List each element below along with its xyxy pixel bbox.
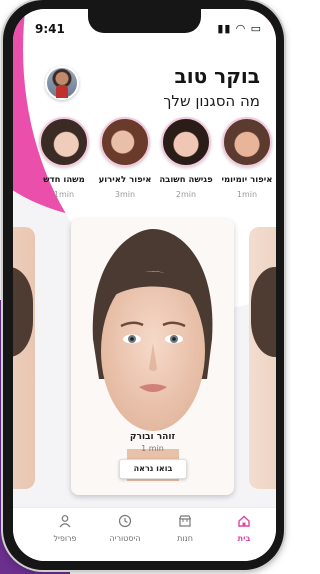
user-icon (35, 514, 95, 530)
look-title: זוהר ובורק (129, 432, 176, 442)
style-question: מה הסגנון שלך הבוקר? (105, 92, 260, 110)
signal-icon: ▮▮ (217, 22, 232, 35)
look-duration: 1 min (141, 444, 164, 453)
tab-home[interactable]: בית (214, 514, 274, 543)
tab-profile[interactable]: פרופיל (35, 514, 95, 543)
wifi-icon: ◠ (236, 22, 246, 35)
device-notch (88, 9, 201, 33)
tab-label: פרופיל (53, 534, 77, 543)
category-image (222, 117, 272, 167)
category-item-daily[interactable]: איפור יומיומי 1min (218, 117, 276, 199)
question-prefix: מה הסגנון שלך (163, 92, 260, 110)
featured-look-card[interactable]: זוהר ובורק 1 min בואו נראה (71, 219, 234, 495)
category-time: 1min (236, 190, 258, 199)
category-image (100, 117, 150, 167)
greeting-title: בוקר טוב (174, 64, 260, 88)
model-face-image (71, 219, 234, 495)
profile-avatar[interactable] (45, 66, 79, 100)
category-label: איפור לאירוע (98, 175, 152, 185)
phone-frame: 9:41 ▮▮ ◠ ▭ בוקר טוב מה הסגנון שלך הבוקר… (3, 0, 284, 570)
category-label: משהו חדש (43, 175, 85, 185)
battery-icon: ▭ (250, 22, 262, 35)
category-item-meeting[interactable]: פגישה חשובה 2min (157, 117, 215, 199)
category-item-event[interactable]: איפור לאירוע 3min (96, 117, 154, 199)
app-screen: 9:41 ▮▮ ◠ ▭ בוקר טוב מה הסגנון שלך הבוקר… (13, 9, 276, 561)
tab-label: היסטוריה (109, 534, 141, 543)
tab-label: חנות (177, 534, 193, 543)
question-highlight: הבוקר? (105, 92, 159, 110)
category-label: פגישה חשובה (159, 175, 213, 185)
tab-label: בית (237, 534, 251, 543)
bottom-tab-bar: בית חנות היסטוריה פרופיל (13, 507, 276, 561)
status-time: 9:41 (35, 22, 65, 36)
tab-shop[interactable]: חנות (155, 514, 215, 543)
category-label: איפור יומיומי (221, 175, 273, 185)
category-image (161, 117, 211, 167)
home-icon (214, 514, 274, 530)
category-item-new[interactable]: משהו חדש 1min (35, 117, 93, 199)
status-icons: ▮▮ ◠ ▭ (217, 22, 262, 35)
category-row: איפור יומיומי 1min פגישה חשובה 2min איפו… (31, 117, 276, 207)
carousel-card-next[interactable] (249, 227, 276, 489)
category-time: 1min (53, 190, 75, 199)
carousel-card-previous[interactable] (13, 227, 35, 489)
category-time: 3min (114, 190, 136, 199)
look-carousel[interactable]: זוהר ובורק 1 min בואו נראה (13, 219, 276, 499)
category-image (39, 117, 89, 167)
clock-icon (95, 514, 155, 530)
lets-see-button[interactable]: בואו נראה (119, 459, 187, 479)
category-time: 2min (175, 190, 197, 199)
tab-history[interactable]: היסטוריה (95, 514, 155, 543)
shop-icon (155, 514, 215, 530)
